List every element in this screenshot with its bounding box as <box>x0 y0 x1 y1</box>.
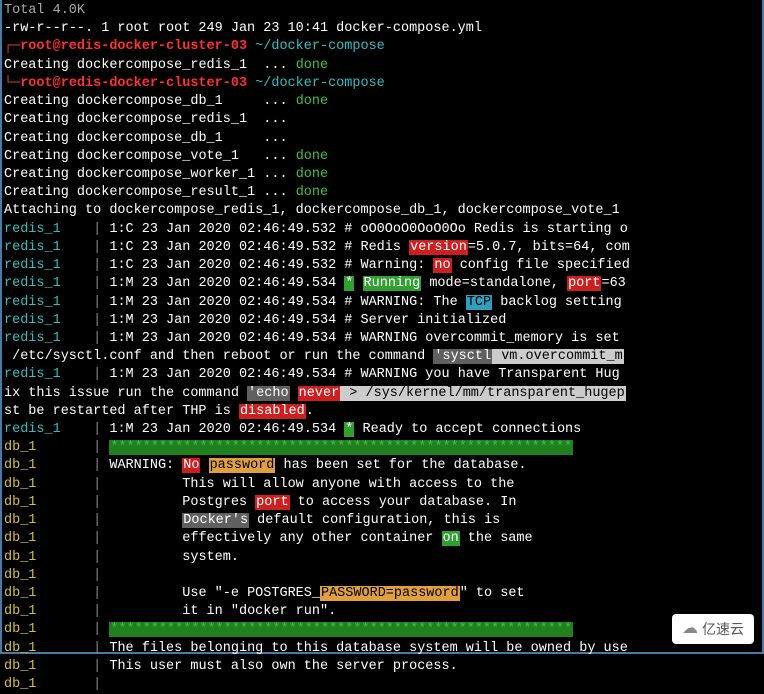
prompt-1: ┌─root@redis-docker-cluster-03 ~/docker-… <box>4 38 760 56</box>
db-warn-1: db_1 | WARNING: No password has been set… <box>4 457 760 475</box>
db-stars-1: db_1 | *********************************… <box>4 439 760 457</box>
watermark-text: 亿速云 <box>702 620 744 639</box>
creating-7: Creating dockercompose_result_1 ... done <box>4 184 760 202</box>
db-warn-2: db_1 | This will allow anyone with acces… <box>4 476 760 494</box>
creating-6: Creating dockercompose_worker_1 ... done <box>4 166 760 184</box>
attaching-line: Attaching to dockercompose_redis_1, dock… <box>4 202 760 220</box>
creating-4: Creating dockercompose_db_1 ... <box>4 130 760 148</box>
db-files-3: db_1 | <box>4 676 760 694</box>
redis-line-2: redis_1 | 1:C 23 Jan 2020 02:46:49.532 #… <box>4 257 760 275</box>
redis-line-4: redis_1 | 1:M 23 Jan 2020 02:46:49.534 #… <box>4 294 760 312</box>
sysctl-line: /etc/sysctl.conf and then reboot or run … <box>4 348 760 366</box>
redis-line-0: redis_1 | 1:C 23 Jan 2020 02:46:49.532 #… <box>4 221 760 239</box>
redis-line-6: redis_1 | 1:M 23 Jan 2020 02:46:49.534 #… <box>4 330 760 348</box>
db-files-1: db_1 | The files belonging to this datab… <box>4 640 760 658</box>
db-warn-3: db_1 | Postgres port to access your data… <box>4 494 760 512</box>
db-warn-4: db_1 | Docker's default configuration, t… <box>4 512 760 530</box>
echo-line: ix this issue run the command 'echo neve… <box>4 385 760 403</box>
prompt-2: └─root@redis-docker-cluster-03 ~/docker-… <box>4 75 760 93</box>
db-warn-7: db_1 | <box>4 567 760 585</box>
db-files-2: db_1 | This user must also own the serve… <box>4 658 760 676</box>
redis-line-1: redis_1 | 1:C 23 Jan 2020 02:46:49.532 #… <box>4 239 760 257</box>
redis-line-3: redis_1 | 1:M 23 Jan 2020 02:46:49.534 *… <box>4 275 760 293</box>
restart-line: st be restarted after THP is disabled. <box>4 403 760 421</box>
creating-1: Creating dockercompose_redis_1 ... done <box>4 57 760 75</box>
creating-5: Creating dockercompose_vote_1 ... done <box>4 148 760 166</box>
creating-3: Creating dockercompose_redis_1 ... <box>4 111 760 129</box>
redis-warn2: redis_1 | 1:M 23 Jan 2020 02:46:49.534 #… <box>4 366 760 384</box>
creating-2: Creating dockercompose_db_1 ... done <box>4 93 760 111</box>
cloud-icon: ☁ <box>682 618 698 640</box>
db-warn-9: db_1 | it in "docker run". <box>4 603 760 621</box>
db-warn-8: db_1 | Use "-e POSTGRES_PASSWORD=passwor… <box>4 585 760 603</box>
redis-line-5: redis_1 | 1:M 23 Jan 2020 02:46:49.534 #… <box>4 312 760 330</box>
redis-ready: redis_1 | 1:M 23 Jan 2020 02:46:49.534 *… <box>4 421 760 439</box>
total-line: Total 4.0K <box>4 2 760 20</box>
ls-line: -rw-r--r--. 1 root root 249 Jan 23 10:41… <box>4 20 760 38</box>
db-warn-5: db_1 | effectively any other container o… <box>4 530 760 548</box>
watermark: ☁ 亿速云 <box>672 614 754 644</box>
db-stars-2: db_1 | *********************************… <box>4 621 760 639</box>
db-warn-6: db_1 | system. <box>4 549 760 567</box>
